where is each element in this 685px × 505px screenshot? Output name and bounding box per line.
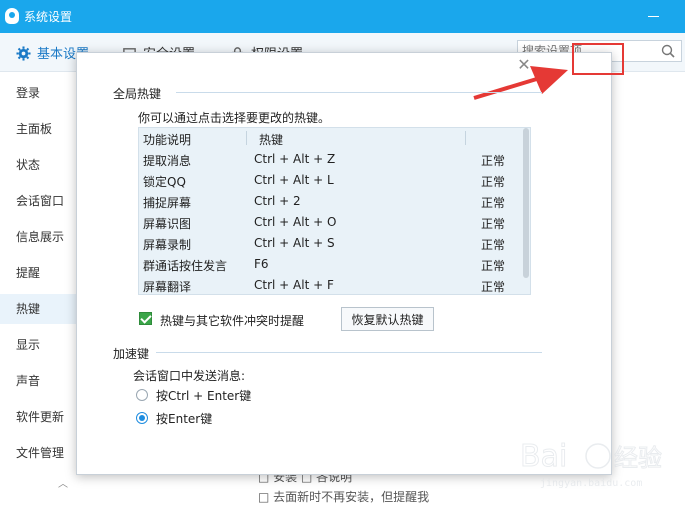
hotkey-table: 功能说明 热键 提取消息 Ctrl + Alt + Z 正常 锁定QQ Ctrl… bbox=[138, 127, 531, 295]
radio-enter-label: 按Enter键 bbox=[156, 412, 213, 426]
row-status: 正常 bbox=[481, 238, 506, 252]
window-title: 系统设置 bbox=[24, 10, 73, 24]
row-function: 捕捉屏幕 bbox=[143, 196, 192, 210]
row-status: 正常 bbox=[481, 175, 506, 189]
row-status: 正常 bbox=[481, 217, 506, 231]
window-titlebar: 系统设置 bbox=[0, 0, 685, 33]
sidebar-item-info-display[interactable]: 信息展示 bbox=[0, 222, 77, 252]
row-hotkey: Ctrl + Alt + O bbox=[254, 215, 337, 229]
sidebar: 登录 主面板 状态 会话窗口 信息展示 提醒 热键 显示 声音 软件更新 文件管… bbox=[0, 72, 77, 495]
conflict-reminder-checkbox[interactable] bbox=[139, 312, 152, 325]
row-function: 锁定QQ bbox=[143, 175, 186, 189]
row-hotkey: Ctrl + 2 bbox=[254, 194, 301, 208]
search-icon[interactable] bbox=[661, 44, 675, 58]
chevron-up-icon[interactable]: ︿ bbox=[58, 475, 68, 490]
row-hotkey: F6 bbox=[254, 257, 269, 271]
sidebar-item-display[interactable]: 显示 bbox=[0, 330, 77, 360]
table-row[interactable]: 屏幕识图 Ctrl + Alt + O 正常 bbox=[139, 212, 519, 233]
row-hotkey: Ctrl + Alt + Z bbox=[254, 152, 336, 166]
table-row[interactable]: 捕捉屏幕 Ctrl + 2 正常 bbox=[139, 191, 519, 212]
qq-penguin-icon bbox=[5, 8, 19, 24]
close-highlight-box bbox=[572, 43, 624, 75]
accelerator-keys-title: 加速键 bbox=[113, 347, 150, 361]
restore-default-hotkeys-button[interactable]: 恢复默认热键 bbox=[341, 307, 434, 331]
sidebar-item-sound[interactable]: 声音 bbox=[0, 366, 77, 396]
sidebar-item-main-panel[interactable]: 主面板 bbox=[0, 114, 77, 144]
sidebar-item-status[interactable]: 状态 bbox=[0, 150, 77, 180]
baidu-jingyan-watermark: Bai 经验 jingyan.baidu.com bbox=[520, 439, 663, 490]
conflict-reminder-label: 热键与其它软件冲突时提醒 bbox=[160, 314, 305, 328]
table-row[interactable]: 屏幕录制 Ctrl + Alt + S 正常 bbox=[139, 233, 519, 254]
sidebar-item-reminder[interactable]: 提醒 bbox=[0, 258, 77, 288]
svg-text:Bai: Bai bbox=[520, 439, 567, 474]
radio-ctrl-enter[interactable] bbox=[136, 389, 148, 401]
column-header-hotkey: 热键 bbox=[259, 133, 284, 147]
svg-text:jingyan.baidu.com: jingyan.baidu.com bbox=[540, 478, 642, 489]
sidebar-item-hotkeys[interactable]: 热键 bbox=[0, 294, 77, 324]
table-scrollbar[interactable] bbox=[523, 128, 529, 278]
sidebar-item-login[interactable]: 登录 bbox=[0, 78, 77, 108]
row-function: 屏幕识图 bbox=[143, 217, 192, 231]
column-header-function: 功能说明 bbox=[143, 133, 192, 147]
red-arrow-icon bbox=[473, 66, 568, 100]
sidebar-item-file-management[interactable]: 文件管理 bbox=[0, 438, 77, 468]
column-separator bbox=[246, 131, 247, 145]
gear-icon bbox=[16, 46, 31, 61]
table-row[interactable]: 群通话按住发言 F6 正常 bbox=[139, 254, 519, 275]
minimize-button[interactable] bbox=[645, 8, 663, 24]
row-status: 正常 bbox=[481, 196, 506, 210]
row-function: 屏幕录制 bbox=[143, 238, 192, 252]
background-option-text: □ 去面新时不再安装，但提醒我 bbox=[258, 490, 430, 504]
hotkey-hint: 你可以通过点击选择要更改的热键。 bbox=[138, 111, 331, 125]
table-row[interactable]: 锁定QQ Ctrl + Alt + L 正常 bbox=[139, 170, 519, 191]
row-status: 正常 bbox=[481, 280, 506, 294]
table-row[interactable]: 屏幕翻译 Ctrl + Alt + F 正常 bbox=[139, 275, 519, 294]
divider bbox=[176, 92, 542, 93]
table-row[interactable]: 提取消息 Ctrl + Alt + Z 正常 bbox=[139, 149, 519, 170]
svg-text:经验: 经验 bbox=[614, 444, 662, 472]
table-header: 功能说明 热键 bbox=[139, 128, 519, 148]
global-hotkeys-title: 全局热键 bbox=[113, 87, 162, 101]
divider bbox=[156, 352, 542, 353]
column-separator bbox=[465, 131, 466, 145]
row-status: 正常 bbox=[481, 154, 506, 168]
sidebar-item-software-update[interactable]: 软件更新 bbox=[0, 402, 77, 432]
row-function: 群通话按住发言 bbox=[143, 259, 228, 273]
radio-enter[interactable] bbox=[136, 412, 148, 424]
row-function: 提取消息 bbox=[143, 154, 192, 168]
sidebar-item-chat-window[interactable]: 会话窗口 bbox=[0, 186, 77, 216]
row-hotkey: Ctrl + Alt + S bbox=[254, 236, 335, 250]
radio-ctrl-enter-label: 按Ctrl + Enter键 bbox=[156, 389, 252, 403]
row-hotkey: Ctrl + Alt + L bbox=[254, 173, 334, 187]
row-status: 正常 bbox=[481, 259, 506, 273]
row-hotkey: Ctrl + Alt + F bbox=[254, 278, 334, 292]
send-message-label: 会话窗口中发送消息: bbox=[133, 369, 246, 383]
row-function: 屏幕翻译 bbox=[143, 280, 192, 294]
